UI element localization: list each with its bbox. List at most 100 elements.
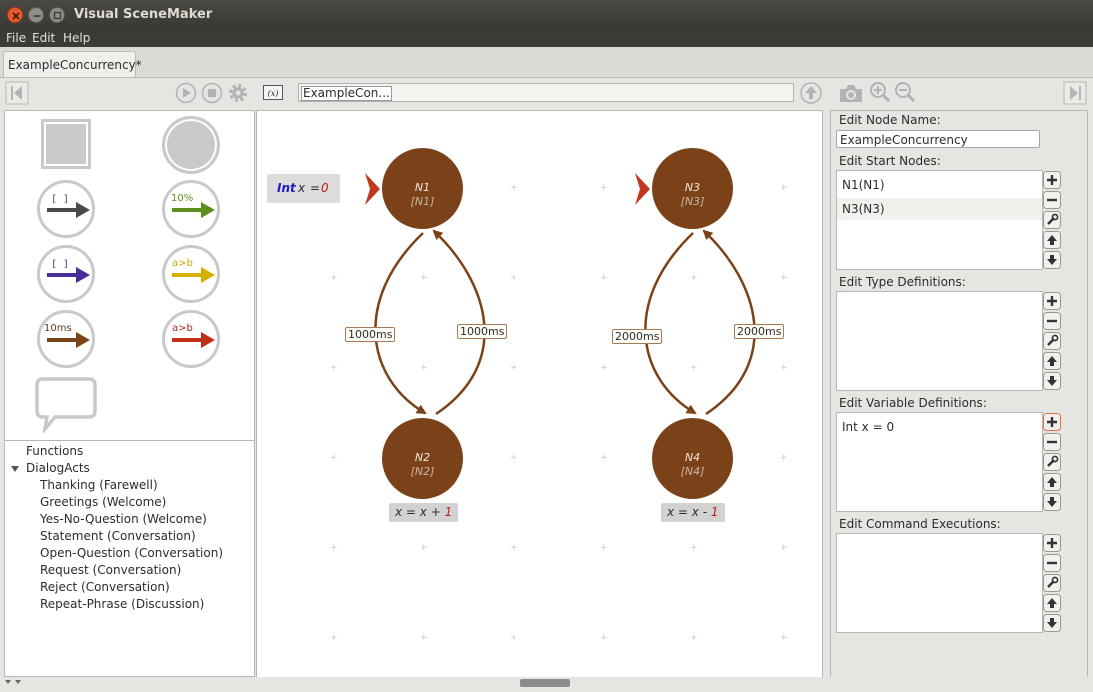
node-name: N1 <box>414 181 431 194</box>
node-n3[interactable]: N3 [N3] <box>652 148 733 229</box>
horizontal-scrollbar-thumb[interactable] <box>520 679 570 687</box>
timeout-edge-tool[interactable]: 10ms <box>37 310 95 368</box>
epsilon-edge-tool[interactable]: [ ] <box>37 180 95 238</box>
node-command-n2[interactable]: x = x + 1 <box>389 503 459 522</box>
collapse-left-button[interactable] <box>5 81 29 105</box>
wrench-button[interactable] <box>1043 574 1061 592</box>
tree-item[interactable]: Open-Question (Conversation) <box>40 546 223 560</box>
wrench-button[interactable] <box>1043 453 1061 471</box>
tree-dialogacts[interactable]: DialogActs <box>26 461 90 475</box>
add-button[interactable] <box>1043 413 1061 431</box>
arrow-down-button[interactable] <box>1043 493 1061 511</box>
zoom-in-icon[interactable] <box>868 80 892 104</box>
command-expr: x = x - <box>667 505 711 519</box>
arrow-up-button[interactable] <box>1043 594 1061 612</box>
tree-item[interactable]: Greetings (Welcome) <box>40 495 166 509</box>
variable-badge[interactable]: Int x = 0 <box>267 174 340 203</box>
grid-marker: + <box>780 363 788 373</box>
node-n4[interactable]: N4 [N4] <box>652 418 733 499</box>
grid-marker: + <box>690 543 698 553</box>
tab-label: ExampleConcurrency* <box>8 58 142 72</box>
window-title: Visual SceneMaker <box>74 7 213 22</box>
probability-edge-tool[interactable]: 10% <box>162 180 220 238</box>
timeout-edge-n2-n1[interactable] <box>432 229 486 416</box>
svg-text:[ ]: [ ] <box>51 259 69 270</box>
arrow-up-button[interactable] <box>1043 352 1061 370</box>
interrupt-edge-tool[interactable]: [ ] <box>37 245 95 303</box>
tree-functions[interactable]: Functions <box>26 444 83 458</box>
tree-item[interactable]: Thanking (Farewell) <box>40 478 158 492</box>
arrow-up-button[interactable] <box>1043 231 1061 249</box>
epsilon-arrow-icon: [ ] <box>47 194 90 218</box>
start-nodes-list[interactable]: N1(N1) N3(N3) <box>836 170 1043 270</box>
tab-example-concurrency[interactable]: ExampleConcurrency* <box>3 51 142 77</box>
remove-button[interactable] <box>1043 554 1061 572</box>
menu-edit[interactable]: Edit <box>32 31 55 45</box>
start-node-item[interactable]: N1(N1) <box>837 174 1042 196</box>
arrow-down-button[interactable] <box>1043 614 1061 632</box>
play-icon[interactable] <box>175 82 197 104</box>
node-n2[interactable]: N2 [N2] <box>382 418 463 499</box>
stop-icon[interactable] <box>201 82 223 104</box>
maximize-icon <box>53 11 62 20</box>
arrow-down-button[interactable] <box>1043 372 1061 390</box>
forced-edge-tool[interactable]: a>b <box>162 310 220 368</box>
arrow-down-button[interactable] <box>1043 251 1061 269</box>
timeout-edge-n4-n3[interactable] <box>702 229 756 416</box>
node-name-input[interactable]: ExampleConcurrency <box>836 130 1040 148</box>
up-level-icon[interactable] <box>799 81 823 105</box>
expand-triangle-icon[interactable] <box>10 464 20 474</box>
collapse-right-button[interactable] <box>1063 81 1087 105</box>
tree-item[interactable]: Reject (Conversation) <box>40 580 170 594</box>
node-tool[interactable] <box>162 116 220 174</box>
remove-button[interactable] <box>1043 433 1061 451</box>
start-node-item[interactable]: N3(N3) <box>837 198 1042 220</box>
grid-marker: + <box>420 543 428 553</box>
menu-help[interactable]: Help <box>63 31 90 45</box>
remove-button[interactable] <box>1043 312 1061 330</box>
add-button[interactable] <box>1043 171 1061 189</box>
grid-marker: + <box>510 273 518 283</box>
window-maximize-button[interactable] <box>49 7 65 23</box>
type-defs-list[interactable] <box>836 291 1043 391</box>
tree-item[interactable]: Statement (Conversation) <box>40 529 196 543</box>
wrench-button[interactable] <box>1043 211 1061 229</box>
timeout-edge-n3-n4[interactable] <box>644 232 697 415</box>
menu-file[interactable]: File <box>6 31 26 45</box>
start-node-text: N1(N1) <box>842 178 885 192</box>
edge-label[interactable]: 1000ms <box>457 324 508 339</box>
comment-icon[interactable] <box>35 377 99 433</box>
collapse-arrows-icon[interactable] <box>4 678 28 688</box>
zoom-out-icon[interactable] <box>893 80 917 104</box>
svg-text:[ ]: [ ] <box>51 194 69 205</box>
remove-button[interactable] <box>1043 191 1061 209</box>
node-n1[interactable]: N1 [N1] <box>382 148 463 229</box>
path-value[interactable]: ExampleCon... <box>301 86 392 101</box>
supernode-tool[interactable] <box>41 119 91 169</box>
var-def-item[interactable]: Int x = 0 <box>842 420 894 434</box>
add-button[interactable] <box>1043 292 1061 310</box>
cmd-exec-list[interactable] <box>836 533 1043 633</box>
path-breadcrumb-field[interactable]: ExampleCon... <box>298 83 794 102</box>
timeout-edge-n1-n2[interactable] <box>374 232 427 415</box>
variables-icon[interactable]: (x) <box>263 85 283 101</box>
window-close-button[interactable] <box>7 7 23 23</box>
tree-item[interactable]: Repeat-Phrase (Discussion) <box>40 597 204 611</box>
arrow-up-button[interactable] <box>1043 473 1061 491</box>
tree-item[interactable]: Yes-No-Question (Welcome) <box>40 512 207 526</box>
camera-icon[interactable] <box>838 81 864 105</box>
add-button[interactable] <box>1043 534 1061 552</box>
var-defs-list[interactable]: Int x = 0 <box>836 412 1043 512</box>
node-command-n4[interactable]: x = x - 1 <box>661 503 725 522</box>
scene-flow-canvas[interactable]: ++++++++++++++++++++++++++++++++++++ Int… <box>256 110 823 678</box>
edge-label[interactable]: 2000ms <box>734 324 785 339</box>
wrench-button[interactable] <box>1043 332 1061 350</box>
conditional-edge-tool[interactable]: a>b <box>162 245 220 303</box>
grid-marker: + <box>510 453 518 463</box>
gear-icon[interactable] <box>226 81 250 105</box>
window-minimize-button[interactable] <box>28 7 44 23</box>
minimize-icon <box>33 15 41 17</box>
edge-label[interactable]: 1000ms <box>345 327 396 342</box>
tree-item[interactable]: Request (Conversation) <box>40 563 181 577</box>
edge-label[interactable]: 2000ms <box>612 329 663 344</box>
